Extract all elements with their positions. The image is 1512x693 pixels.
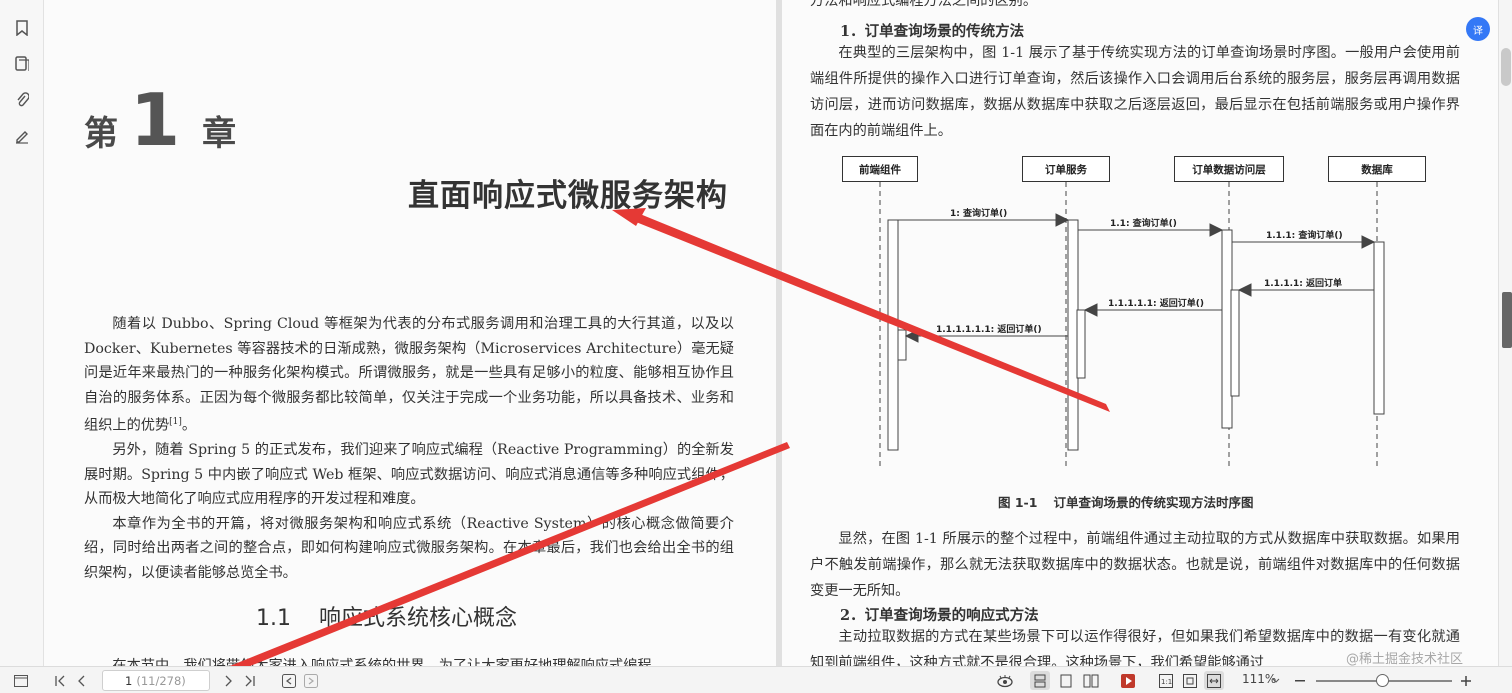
section-number: 1.1	[256, 606, 291, 631]
back-view-icon[interactable]	[280, 671, 298, 690]
zoom-in-icon[interactable]	[1458, 671, 1474, 690]
footnote-ref[interactable]: [1]	[169, 417, 182, 427]
forward-view-icon[interactable]	[302, 671, 320, 690]
signature-icon[interactable]	[10, 124, 34, 148]
zoom-slider-knob[interactable]	[1376, 674, 1389, 687]
paragraph: 另外，随着 Spring 5 的正式发布，我们迎来了响应式编程（Reactive…	[84, 442, 734, 508]
pages-icon[interactable]	[10, 52, 34, 76]
message-label: 1: 查询订单()	[950, 209, 1008, 219]
sidebar-toggle-icon[interactable]	[12, 671, 30, 690]
next-page-icon[interactable]	[220, 671, 236, 690]
scrollbar-thumb[interactable]	[1501, 48, 1511, 86]
last-page-icon[interactable]	[242, 671, 258, 690]
figure-caption-text: 订单查询场景的传统实现方法时序图	[1053, 495, 1254, 510]
scroll-mode-icon[interactable]	[1030, 671, 1050, 690]
bookmark-icon[interactable]	[10, 16, 34, 40]
chapter-prefix: 第	[84, 114, 118, 154]
attachment-icon[interactable]	[10, 88, 34, 112]
fit-page-icon[interactable]	[1180, 671, 1200, 690]
section-heading: 1.1 响应式系统核心概念	[256, 600, 517, 632]
eye-care-icon[interactable]	[994, 671, 1016, 690]
message-label: 1.1.1.1.1.1: 返回订单()	[936, 325, 1042, 335]
page-number-input[interactable]: 1 (11/278)	[102, 670, 210, 691]
paragraph: 随着以 Dubbo、Spring Cloud 等框架为代表的分布式服务调用和治理…	[84, 316, 734, 434]
message-label: 1.1.1: 查询订单()	[1266, 231, 1343, 241]
document-viewer[interactable]: 第 1 章 直面响应式微服务架构 随着以 Dubbo、Spring Cloud …	[44, 0, 1498, 666]
page-total: (11/278)	[136, 673, 186, 688]
zoom-out-icon[interactable]	[1292, 671, 1308, 690]
figure-caption: 图 1-1 订单查询场景的传统实现方法时序图	[998, 492, 1253, 511]
two-page-icon[interactable]	[1080, 671, 1102, 690]
chapter-number: 1	[130, 78, 181, 162]
page-current: 1	[125, 673, 133, 688]
pdf-reader-window: 第 1 章 直面响应式微服务架构 随着以 Dubbo、Spring Cloud …	[0, 0, 1512, 693]
prev-page-icon[interactable]	[74, 671, 90, 690]
section-title: 响应式系统核心概念	[319, 606, 518, 631]
message-label: 1.1: 查询订单()	[1110, 219, 1177, 229]
message-label: 1.1.1.1: 返回订单	[1264, 279, 1343, 289]
left-toolbar	[0, 0, 44, 666]
actual-size-icon[interactable]: 1:1	[1156, 671, 1176, 690]
sequence-lines	[879, 182, 1385, 470]
single-page-icon[interactable]	[1056, 671, 1076, 690]
page-right: 方法和响应式编程方法之间的区别。 1．订单查询场景的传统方法 在典型的三层架构中…	[782, 0, 1498, 666]
paragraph: 显然，在图 1-1 所展示的整个过程中，前端组件通过主动拉取的方式从数据库中获取…	[810, 531, 1460, 599]
chapter-title: 直面响应式微服务架构	[408, 178, 728, 214]
side-indicator[interactable]	[1502, 292, 1512, 348]
message-label: 1.1.1.1.1: 返回订单()	[1108, 299, 1204, 309]
figure-number: 图 1-1	[998, 495, 1038, 510]
status-bar: 1 (11/278) 1:1 111%	[0, 666, 1512, 693]
subheading-reactive: 2．订单查询场景的响应式方法	[840, 607, 1039, 624]
first-page-icon[interactable]	[52, 671, 68, 690]
fit-width-icon[interactable]	[1204, 671, 1224, 690]
paragraph: 本章作为全书的开篇，将对微服务架构和响应式系统（Reactive System）…	[84, 515, 734, 581]
svg-text:1:1: 1:1	[1161, 678, 1172, 686]
chapter-suffix: 章	[202, 114, 237, 154]
chapter-heading: 第 1 章	[84, 78, 236, 162]
page-left: 第 1 章 直面响应式微服务架构 随着以 Dubbo、Spring Cloud …	[44, 0, 776, 666]
chapter-intro: 随着以 Dubbo、Spring Cloud 等框架为代表的分布式服务调用和治理…	[84, 312, 734, 585]
watermark: @稀土掘金技术社区	[1346, 652, 1464, 667]
present-mode-icon[interactable]	[1118, 671, 1138, 690]
zoom-dropdown-icon[interactable]	[1270, 671, 1282, 690]
translate-float-button[interactable]: 译	[1466, 17, 1490, 41]
paragraph: 在本节中，我们将带领大家进入响应式系统的世界。为了让大家更好地理解响应式编程	[112, 658, 652, 666]
